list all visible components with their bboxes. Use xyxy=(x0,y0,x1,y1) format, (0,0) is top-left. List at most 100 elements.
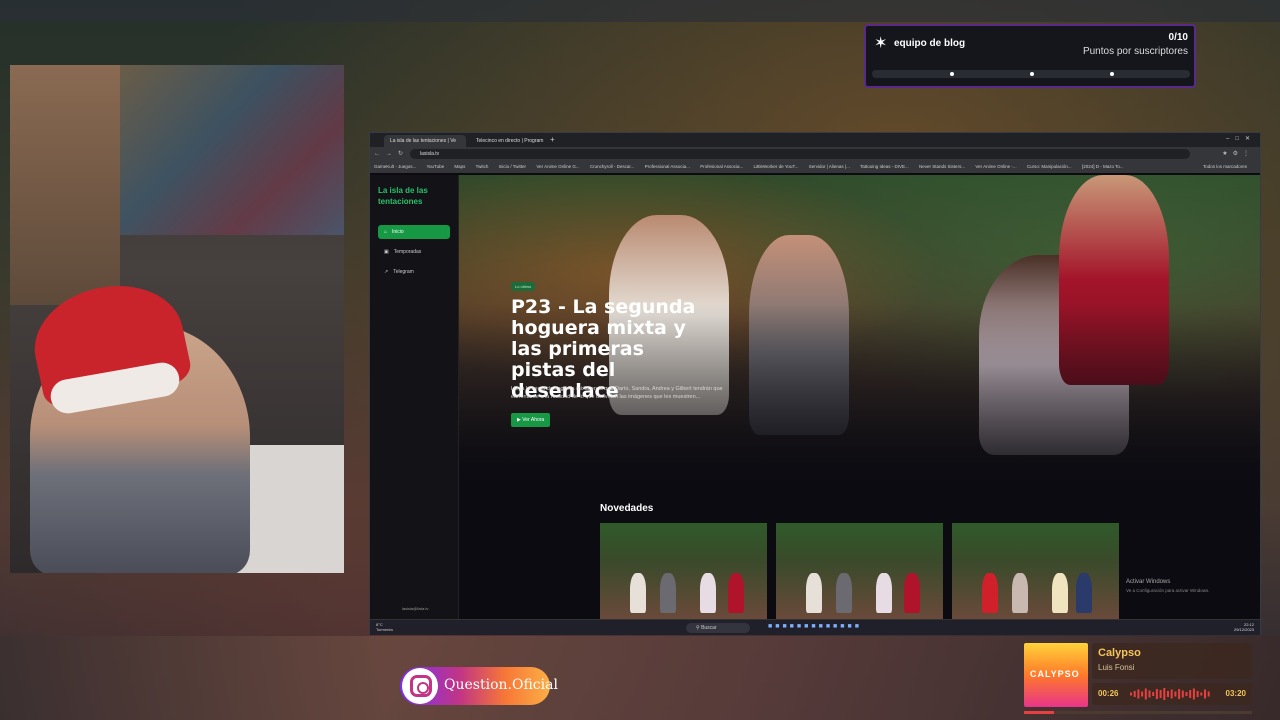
waveform-bar xyxy=(1170,689,1173,699)
album-art: CALYPSO xyxy=(1024,643,1088,707)
bookmark-item[interactable]: Servidor | Alienas |... xyxy=(809,164,850,169)
new-tab-button[interactable]: + xyxy=(550,135,555,144)
now-playing-widget: CALYPSO Calypso Luis Fonsi 00:26 03:20 xyxy=(1024,643,1252,715)
bookmark-item[interactable]: YouTube xyxy=(426,164,444,169)
window-controls[interactable]: –□✕ xyxy=(1226,135,1256,142)
album-art-text: CALYPSO xyxy=(1030,669,1080,679)
url-input[interactable]: lasisla.tv xyxy=(410,149,1190,159)
taskbar-app-icons[interactable]: ■■■■■■■■■■■■■ xyxy=(768,623,862,630)
card-figure xyxy=(728,573,744,613)
webcam-figure-shelf xyxy=(120,65,344,235)
bookmark-item[interactable]: Twitch xyxy=(476,164,489,169)
episode-card[interactable] xyxy=(952,523,1119,619)
waveform-bar xyxy=(1159,690,1162,698)
waveform-bar xyxy=(1133,691,1136,697)
waveform-bar xyxy=(1167,691,1169,697)
nav-item-temporadas[interactable]: ▣ Temporadas xyxy=(378,245,450,259)
background-desktop-bar xyxy=(0,0,1280,22)
song-progress-fill xyxy=(1024,711,1054,714)
tab-telecinco[interactable]: Telecinco en directo | Program xyxy=(470,135,546,147)
card-figure xyxy=(1076,573,1092,613)
bookmark-item[interactable]: GameKult - Juegos... xyxy=(374,164,416,169)
waveform-bar xyxy=(1189,690,1192,698)
card-figure xyxy=(700,573,716,613)
novedades-cards xyxy=(600,523,1120,619)
song-progress-bar xyxy=(1024,711,1252,714)
song-title: Calypso xyxy=(1098,647,1141,659)
nav-label: Inicio xyxy=(392,229,404,235)
hero-badge: Lo último xyxy=(511,282,536,291)
waveform-bar xyxy=(1207,691,1210,697)
bookmark-item[interactable]: Ver Anime Online -... xyxy=(975,164,1016,169)
episode-card[interactable] xyxy=(600,523,767,619)
bookmark-item[interactable]: Tattooing Ideas - DIVE... xyxy=(860,164,909,169)
bookmark-item[interactable]: Never Stands Sisters... xyxy=(919,164,965,169)
bookmark-item[interactable]: Inicio / Twitter xyxy=(499,164,526,169)
activate-windows-title: Activar Windows xyxy=(1126,579,1171,585)
points-progress-bar xyxy=(872,70,1190,78)
waveform-bar xyxy=(1141,691,1144,697)
waveform-bar xyxy=(1178,689,1181,699)
extension-icons[interactable]: ★⚙⋮ xyxy=(1222,150,1254,157)
card-figure xyxy=(1052,573,1068,613)
card-figure xyxy=(876,573,892,613)
points-milestone-dot xyxy=(1110,72,1114,76)
bookmark-item[interactable]: Profesional Associa... xyxy=(700,164,743,169)
waveform-bar xyxy=(1196,691,1199,697)
episode-card[interactable] xyxy=(776,523,943,619)
webcam-poster xyxy=(10,65,120,305)
current-time: 00:26 xyxy=(1098,689,1119,698)
address-bar: ←→↻ lasisla.tv ★⚙⋮ xyxy=(370,147,1260,161)
nav-item-inicio[interactable]: ⌂ Inicio xyxy=(378,225,450,239)
home-icon: ⌂ xyxy=(384,229,388,235)
browser-window: La isla de las tentaciones | Ve Telecinc… xyxy=(369,132,1261,635)
nav-item-telegram[interactable]: ↗ Telegram xyxy=(378,265,450,279)
points-milestone-dot xyxy=(1030,72,1034,76)
clock-date: 29/12/2023 xyxy=(1233,627,1254,632)
song-time-box: 00:26 03:20 xyxy=(1092,683,1252,705)
card-figure xyxy=(982,573,998,613)
card-figure xyxy=(904,573,920,613)
card-figure xyxy=(836,573,852,613)
song-artist: Luis Fonsi xyxy=(1098,663,1135,672)
film-icon: ▣ xyxy=(384,249,389,255)
bookmark-item[interactable]: Crunchyroll - Descar... xyxy=(590,164,635,169)
waveform-bar xyxy=(1174,691,1177,697)
star-icon: ✶ xyxy=(874,35,888,52)
duration: 03:20 xyxy=(1225,689,1246,698)
tab-la-isla[interactable]: La isla de las tentaciones | Ve xyxy=(384,135,466,147)
sidebar-footer: lasisla@lista.tv xyxy=(402,606,429,611)
waveform-bar xyxy=(1192,688,1195,700)
bookmark-item[interactable]: [2024] D - Mazo To... xyxy=(1082,164,1124,169)
section-title-novedades: Novedades xyxy=(600,503,654,514)
bookmark-item[interactable]: Maps xyxy=(454,164,465,169)
nav-label: Temporadas xyxy=(393,249,422,255)
activate-windows-subtitle: Ve a Configuración para activar Windows. xyxy=(1126,588,1210,593)
subscriber-points-widget: ✶ equipo de blog 0/10 Puntos por suscrip… xyxy=(864,24,1196,88)
bookmark-item[interactable]: LittleWorker de YouT... xyxy=(754,164,799,169)
bookmark-item[interactable]: Professional Associa... xyxy=(645,164,690,169)
nav-buttons[interactable]: ←→↻ xyxy=(374,150,409,157)
card-figure xyxy=(660,573,676,613)
taskbar-search[interactable]: ⚲ Buscar xyxy=(686,623,750,633)
waveform-bar xyxy=(1130,692,1132,696)
tab-strip: La isla de las tentaciones | Ve Telecinc… xyxy=(370,133,1260,147)
site-brand[interactable]: La isla de las tentaciones xyxy=(378,185,448,207)
webcam-overlay xyxy=(10,65,344,573)
hero-description: Llega la segunda hoguera mixta en la que… xyxy=(511,386,723,400)
waveform-bar xyxy=(1163,688,1166,700)
waveform-bar xyxy=(1137,689,1140,699)
card-figure xyxy=(806,573,822,613)
watch-now-label: Ver Ahora xyxy=(522,417,545,423)
weather-widget[interactable]: 8°C Tormenta xyxy=(376,622,393,632)
system-tray-clock[interactable]: 22:12 29/12/2023 xyxy=(1234,622,1254,632)
waveform-bar xyxy=(1181,690,1184,698)
watch-now-button[interactable]: ▶ Ver Ahora xyxy=(511,413,551,427)
points-subtitle: Puntos por suscriptores xyxy=(1082,46,1188,57)
instagram-icon xyxy=(402,668,438,704)
nav-label: Telegram xyxy=(393,269,414,275)
all-bookmarks[interactable]: Todos los marcadores xyxy=(1203,164,1247,169)
bookmarks-bar: GameKult - Juegos... YouTube Maps Twitch… xyxy=(370,161,1260,173)
bookmark-item[interactable]: Curso: Manipulación... xyxy=(1027,164,1072,169)
bookmark-item[interactable]: Ver Anime Online G... xyxy=(536,164,579,169)
